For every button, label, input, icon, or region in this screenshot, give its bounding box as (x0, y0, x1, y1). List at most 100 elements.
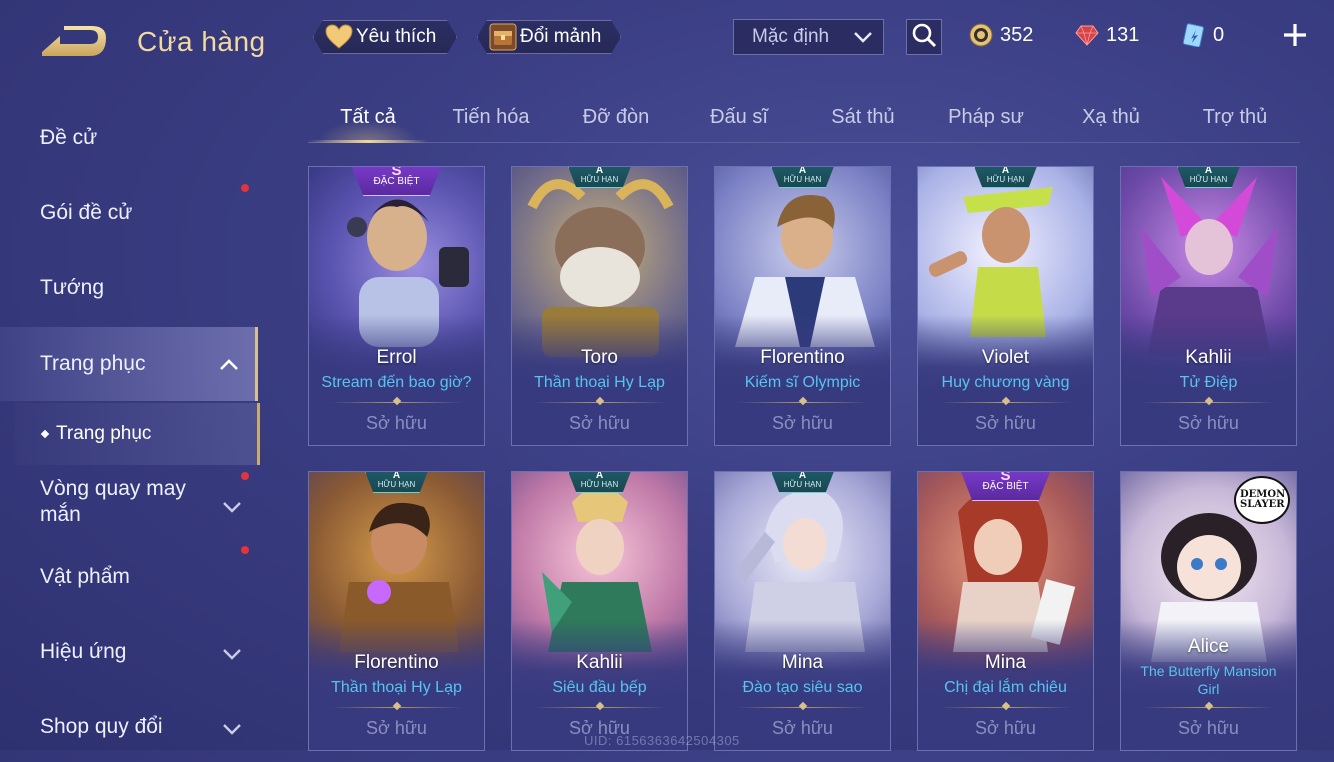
tab-assassin[interactable]: Sát thủ (804, 92, 922, 142)
skin-card[interactable]: A HỮU HẠN Violet Huy chương vàng Sở hữu (917, 166, 1094, 446)
tab-evolution[interactable]: Tiến hóa (432, 92, 550, 142)
page-title: Cửa hàng (137, 26, 266, 57)
ownership-status: Sở hữu (366, 718, 427, 738)
ownership-status: Sở hữu (1178, 718, 1239, 738)
limited-badge: A HỮU HẠN (1176, 167, 1241, 188)
divider (940, 396, 1071, 406)
sidebar-item-label: Đề cử (40, 126, 98, 149)
sidebar-item-label: Trang phục (40, 352, 146, 375)
hero-name: Florentino (354, 652, 439, 673)
tab-label: Trợ thủ (1202, 105, 1268, 128)
limited-badge: A HỮU HẠN (770, 167, 835, 188)
gold-coin-icon (968, 22, 994, 48)
hero-name: Kahlii (1185, 347, 1232, 368)
ownership-status: Sở hữu (366, 413, 427, 433)
sidebar-item-label: Vật phẩm (40, 565, 130, 588)
limited-badge: A HỮU HẠN (973, 167, 1038, 188)
skin-card[interactable]: A HỮU HẠN Kahlii Tử Điệp Sở hữu (1120, 166, 1297, 446)
limited-badge: A HỮU HẠN (770, 472, 835, 493)
skin-card[interactable]: A HỮU HẠN Toro Thần thoại Hy Lạp Sở hữu (511, 166, 688, 446)
hero-name: Kahlii (576, 652, 623, 673)
limited-badge: A HỮU HẠN (364, 472, 429, 493)
limited-badge: A HỮU HẠN (567, 472, 632, 493)
gold-amount: 352 (1000, 23, 1034, 46)
sidebar-item-label: Tướng (40, 276, 105, 299)
ownership-status: Sở hữu (569, 413, 630, 433)
chevron-down-icon (222, 718, 242, 742)
skin-name: Chị đại lắm chiêu (944, 679, 1067, 696)
sidebar-item-exchange-shop[interactable]: Shop quy đổi (0, 692, 258, 762)
hero-name: Florentino (760, 347, 845, 368)
hero-name: Toro (581, 347, 618, 368)
sidebar-item-skins[interactable]: Trang phục (0, 327, 258, 401)
skin-card[interactable]: DEMON SLAYER Alice The Butterfly Mansion… (1120, 471, 1297, 751)
skin-card[interactable]: S ĐẶC BIỆT Mina Chị đại lắm chiêu Sở hữu (917, 471, 1094, 751)
tab-label: Pháp sư (948, 105, 1024, 128)
diamond-bullet-icon (40, 429, 50, 439)
add-currency-plus-icon[interactable] (1280, 20, 1310, 50)
favorite-label: Yêu thích (356, 26, 437, 47)
skin-name: Huy chương vàng (941, 374, 1070, 391)
chevron-down-icon (853, 29, 873, 51)
gold-currency: 352 (968, 22, 1033, 48)
skin-name: Thần thoại Hy Lạp (534, 374, 665, 391)
skin-card[interactable]: A HỮU HẠN Florentino Kiếm sĩ Olympic Sở h… (714, 166, 891, 446)
ownership-status: Sở hữu (1178, 413, 1239, 433)
hero-name: Errol (376, 347, 417, 368)
hero-name: Alice (1187, 636, 1230, 657)
tab-mage[interactable]: Pháp sư (926, 92, 1046, 142)
special-grade-badge: S ĐẶC BIỆT (959, 472, 1052, 501)
ruby-currency: 131 (1074, 22, 1139, 48)
top-bar: Cửa hàng Yêu thích Đổi mảnh Mặc định 352… (0, 0, 1334, 78)
tab-tank[interactable]: Đỡ đòn (556, 92, 676, 142)
ruby-amount: 131 (1106, 23, 1140, 46)
sidebar-item-lucky-wheel[interactable]: Vòng quay may mắn (0, 467, 258, 537)
skin-name: The Butterfly Mansion Girl (1140, 663, 1277, 697)
chevron-down-icon (222, 643, 242, 667)
heart-icon (324, 22, 354, 52)
divider (737, 396, 868, 406)
tab-all[interactable]: Tất cả (308, 92, 428, 143)
treasure-chest-icon (488, 22, 518, 52)
back-arrow-icon[interactable] (38, 22, 110, 62)
tab-label: Đấu sĩ (710, 105, 768, 128)
special-grade-badge: S ĐẶC BIỆT (350, 167, 443, 196)
tab-fighter[interactable]: Đấu sĩ (680, 92, 798, 142)
divider (534, 701, 665, 711)
sidebar-item-heroes[interactable]: Tướng (0, 253, 258, 323)
tab-marksman[interactable]: Xạ thủ (1050, 92, 1172, 142)
notification-dot (241, 184, 249, 192)
sidebar-item-recommended-packs[interactable]: Gói đề cử (0, 178, 258, 248)
sidebar-item-recommended[interactable]: Đề cử (0, 103, 258, 173)
sidebar-subitem-label: Trang phục (56, 423, 152, 444)
skin-name: Tử Điệp (1179, 374, 1238, 391)
divider (534, 396, 665, 406)
skin-card[interactable]: S ĐẶC BIỆT Errol Stream đến bao giờ? Sở h… (308, 166, 485, 446)
ownership-status: Sở hữu (772, 413, 833, 433)
tab-label: Sát thủ (831, 105, 895, 128)
search-button[interactable] (906, 19, 942, 55)
hero-name: Mina (781, 652, 824, 673)
skin-card[interactable]: A HỮU HẠN Florentino Thần thoại Hy Lạp Sở… (308, 471, 485, 751)
shard-exchange-button[interactable]: Đổi mảnh (477, 20, 621, 54)
notification-dot (241, 546, 249, 554)
favorite-button[interactable]: Yêu thích (313, 20, 457, 54)
sidebar-item-items[interactable]: Vật phẩm (0, 542, 258, 612)
sidebar-item-effects[interactable]: Hiệu ứng (0, 617, 258, 687)
tab-support[interactable]: Trợ thủ (1174, 92, 1296, 142)
skin-card[interactable]: A HỮU HẠN Mina Đào tạo siêu sao Sở hữu (714, 471, 891, 751)
limited-badge: A HỮU HẠN (567, 167, 632, 188)
ruby-icon (1074, 22, 1100, 48)
search-icon (911, 22, 937, 53)
divider (940, 701, 1071, 711)
sidebar-subitem-skins[interactable]: Trang phục (14, 403, 260, 465)
ownership-status: Sở hữu (975, 413, 1036, 433)
category-tabs: Tất cả Tiến hóa Đỡ đòn Đấu sĩ Sát thủ Ph… (308, 92, 1300, 143)
sidebar-item-label: Shop quy đổi (40, 715, 163, 738)
divider (331, 396, 462, 406)
voucher-amount: 0 (1213, 23, 1225, 46)
tab-label: Tất cả (340, 105, 396, 128)
skin-name: Siêu đầu bếp (552, 679, 647, 696)
sort-dropdown[interactable]: Mặc định (733, 19, 884, 55)
skin-card[interactable]: A HỮU HẠN Kahlii Siêu đầu bếp Sở hữu (511, 471, 688, 751)
